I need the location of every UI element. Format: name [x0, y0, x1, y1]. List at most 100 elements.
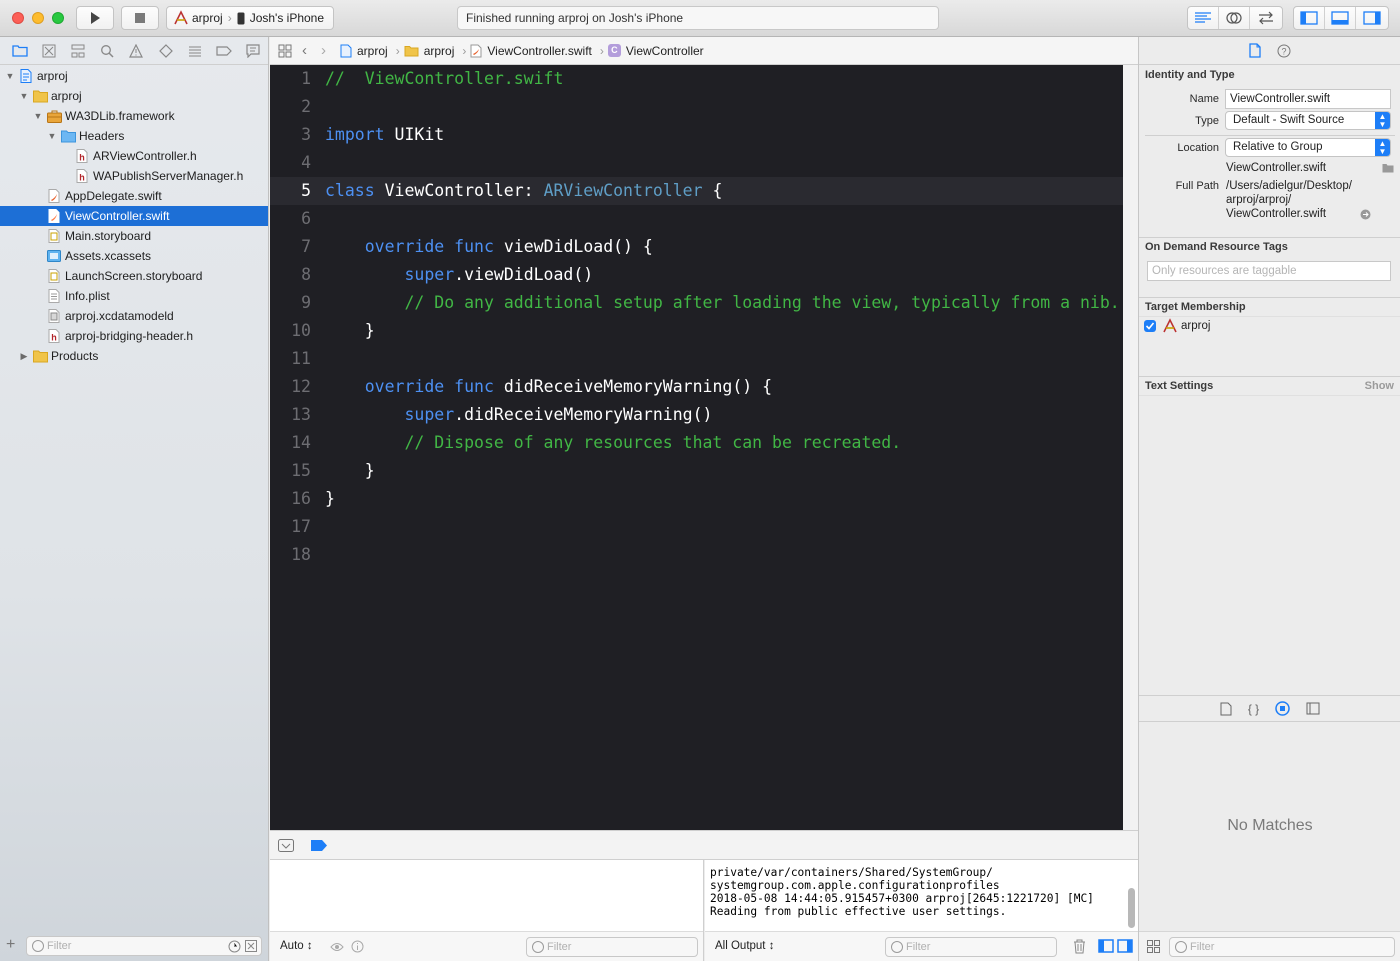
add-file-button[interactable]: + — [6, 936, 15, 954]
trash-icon[interactable] — [1073, 939, 1086, 954]
file-inspector-icon[interactable] — [1248, 43, 1261, 58]
file-tree-row[interactable]: ▼ WA3DLib.framework — [0, 106, 268, 126]
tab-symbol-navigator[interactable] — [63, 37, 92, 65]
editor-scroll-gutter[interactable] — [1123, 65, 1138, 830]
code-line[interactable]: 3 import UIKit — [270, 121, 1123, 149]
code-line[interactable]: 11 — [270, 345, 1123, 373]
crumb-symbol[interactable]: C ViewController — [607, 44, 704, 58]
file-tree-row[interactable]: Main.storyboard — [0, 226, 268, 246]
console-view[interactable]: private/var/containers/Shared/SystemGrou… — [705, 860, 1138, 961]
tab-report-navigator[interactable] — [239, 37, 268, 65]
code-line[interactable]: 8 super.viewDidLoad() — [270, 261, 1123, 289]
standard-editor-button[interactable] — [1188, 7, 1219, 29]
file-tree-row[interactable]: ▼ arproj — [0, 86, 268, 106]
media-library-icon[interactable] — [1306, 702, 1320, 715]
tab-find-navigator[interactable] — [93, 37, 122, 65]
console-scrollbar[interactable] — [1128, 888, 1135, 928]
tab-breakpoint-navigator[interactable] — [210, 37, 239, 65]
tab-debug-navigator[interactable] — [180, 37, 209, 65]
assistant-editor-button[interactable] — [1219, 7, 1250, 29]
text-settings-show-button[interactable]: Show — [1365, 380, 1394, 392]
hide-debug-area-icon[interactable] — [278, 839, 294, 852]
variables-filter-field[interactable]: Filter — [526, 937, 698, 957]
disclosure-closed-icon[interactable]: ▶ — [18, 346, 30, 366]
minimize-window-button[interactable] — [32, 12, 44, 24]
related-items-icon[interactable] — [278, 44, 292, 58]
target-checkbox[interactable] — [1144, 320, 1156, 332]
toggle-navigator-button[interactable] — [1294, 7, 1325, 29]
disclosure-open-icon[interactable]: ▼ — [4, 66, 16, 86]
type-popup[interactable]: Default - Swift Source ▲ ▼ — [1225, 111, 1391, 130]
library-filter-field[interactable]: Filter — [1169, 937, 1395, 957]
code-line[interactable]: 5 class ViewController: ARViewController … — [270, 177, 1123, 205]
file-tree-row[interactable]: h arproj-bridging-header.h — [0, 326, 268, 346]
file-tree-row[interactable]: ▼ Headers — [0, 126, 268, 146]
code-line[interactable]: 16} — [270, 485, 1123, 513]
version-editor-button[interactable] — [1250, 7, 1281, 29]
close-window-button[interactable] — [12, 12, 24, 24]
code-line[interactable]: 12 override func didReceiveMemoryWarning… — [270, 373, 1123, 401]
name-field[interactable]: ViewController.swift — [1225, 89, 1391, 109]
toggle-debug-area-button[interactable] — [1325, 7, 1356, 29]
tab-test-navigator[interactable] — [151, 37, 180, 65]
file-tree-row[interactable]: arproj.xcdatamodeld — [0, 306, 268, 326]
disclosure-open-icon[interactable]: ▼ — [46, 126, 58, 146]
code-line[interactable]: 6 — [270, 205, 1123, 233]
modified-files-icon[interactable] — [245, 940, 257, 952]
crumb-project[interactable]: arproj — [340, 44, 388, 58]
tab-source-control-navigator[interactable] — [34, 37, 63, 65]
forward-button[interactable]: › — [321, 42, 326, 59]
console-filter-field[interactable]: Filter — [885, 937, 1057, 957]
file-tree-row[interactable]: ▶ Products — [0, 346, 268, 366]
code-line[interactable]: 10 } — [270, 317, 1123, 345]
reveal-folder-icon[interactable] — [1382, 163, 1394, 173]
toggle-inspector-button[interactable] — [1356, 7, 1387, 29]
file-tree-row[interactable]: AppDelegate.swift — [0, 186, 268, 206]
code-line[interactable]: 4 — [270, 149, 1123, 177]
code-line[interactable]: 1 // ViewController.swift — [270, 65, 1123, 93]
code-line[interactable]: 2 — [270, 93, 1123, 121]
file-tree-row[interactable]: h ARViewController.h — [0, 146, 268, 166]
file-tree-row[interactable]: LaunchScreen.storyboard — [0, 266, 268, 286]
disclosure-open-icon[interactable]: ▼ — [32, 106, 44, 126]
navigator-filter-field[interactable]: Filter — [26, 936, 262, 956]
back-button[interactable]: ‹ — [302, 42, 307, 59]
crumb-group[interactable]: arproj — [404, 44, 454, 58]
file-tree-row[interactable]: ViewController.swift — [0, 206, 268, 226]
grid-view-icon[interactable] — [1147, 940, 1160, 953]
split-right-icon[interactable] — [1117, 939, 1133, 953]
code-line[interactable]: 7 override func viewDidLoad() { — [270, 233, 1123, 261]
crumb-file[interactable]: ViewController.swift — [470, 44, 592, 58]
output-selector[interactable]: All Output ↕ — [715, 940, 774, 952]
file-tree-row[interactable]: ▼ arproj — [0, 66, 268, 86]
breakpoints-toggle-icon[interactable] — [311, 840, 327, 851]
recent-files-icon[interactable] — [228, 940, 241, 953]
file-tree-row[interactable]: h WAPublishServerManager.h — [0, 166, 268, 186]
code-line[interactable]: 14 // Dispose of any resources that can … — [270, 429, 1123, 457]
code-line[interactable]: 9 // Do any additional setup after loadi… — [270, 289, 1123, 317]
code-snippet-icon[interactable]: { } — [1248, 702, 1259, 716]
odr-tags-field[interactable]: Only resources are taggable — [1147, 261, 1391, 281]
run-button[interactable] — [76, 6, 114, 30]
tab-issue-navigator[interactable] — [122, 37, 151, 65]
code-line[interactable]: 18 — [270, 541, 1123, 569]
stop-button[interactable] — [121, 6, 159, 30]
variables-scope-selector[interactable]: Auto ↕ — [280, 940, 313, 952]
code-line[interactable]: 17 — [270, 513, 1123, 541]
tab-project-navigator[interactable] — [5, 37, 34, 65]
info-icon[interactable] — [351, 940, 364, 953]
code-line[interactable]: 13 super.didReceiveMemoryWarning() — [270, 401, 1123, 429]
file-tree-row[interactable]: Assets.xcassets — [0, 246, 268, 266]
source-editor[interactable]: 1 // ViewController.swift 2 3 import UIKit 4 5… — [270, 65, 1123, 830]
split-left-icon[interactable] — [1098, 939, 1114, 953]
reveal-in-finder-arrow-icon[interactable] — [1360, 209, 1371, 220]
object-library-icon[interactable] — [1275, 701, 1290, 716]
code-line[interactable]: 15 } — [270, 457, 1123, 485]
file-tree-row[interactable]: Info.plist — [0, 286, 268, 306]
quick-help-icon[interactable]: ? — [1277, 44, 1291, 58]
location-popup[interactable]: Relative to Group ▲ ▼ — [1225, 138, 1391, 157]
eye-icon[interactable] — [330, 942, 344, 952]
scheme-selector[interactable]: arproj › Josh's iPhone — [166, 6, 334, 30]
zoom-window-button[interactable] — [52, 12, 64, 24]
disclosure-open-icon[interactable]: ▼ — [18, 86, 30, 106]
